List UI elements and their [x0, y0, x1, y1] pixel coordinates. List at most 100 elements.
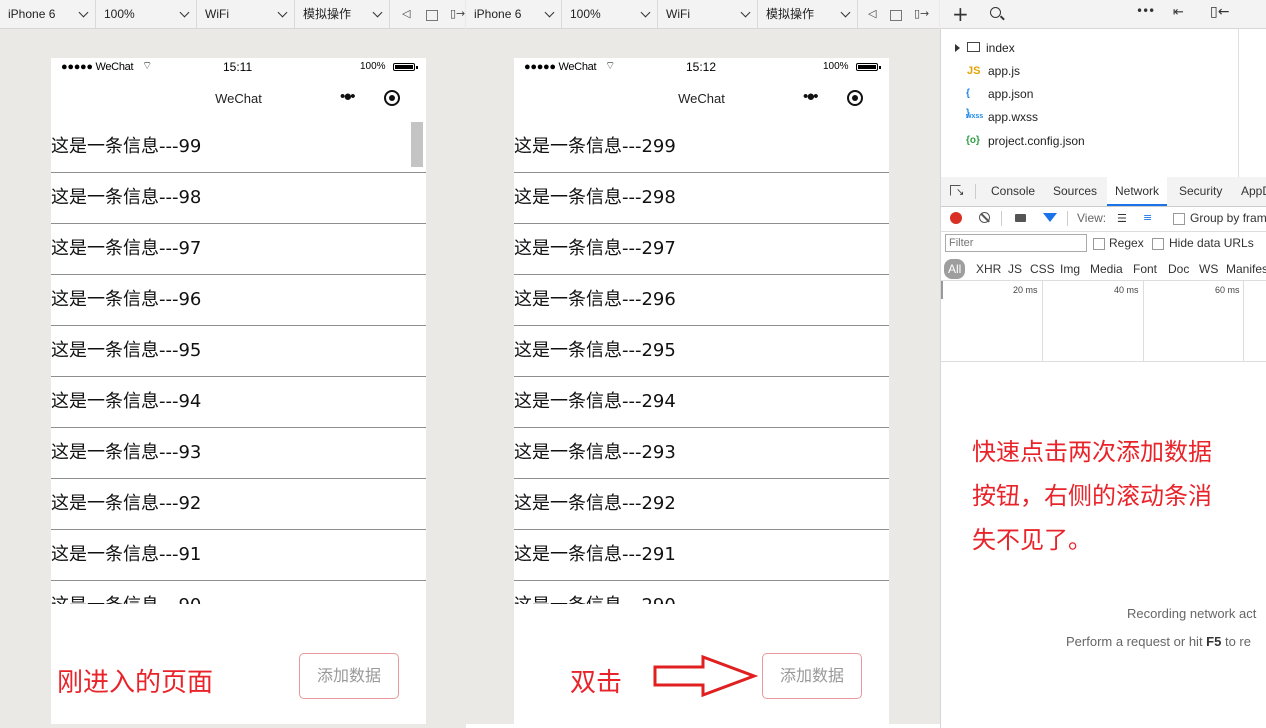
filter-manifest[interactable]: Manifes: [1226, 259, 1266, 279]
collapse-icon[interactable]: ⇤: [1173, 5, 1184, 20]
filter-xhr[interactable]: XHR: [976, 259, 1001, 279]
add-data-button[interactable]: 添加数据: [762, 653, 862, 699]
folder-icon: [967, 42, 980, 52]
tab-sources[interactable]: Sources: [1053, 177, 1097, 206]
chevron-down-icon: [277, 7, 288, 18]
list-item: 这是一条信息---96: [51, 275, 426, 326]
detach-icon[interactable]: ▯→: [450, 7, 465, 21]
tab-console[interactable]: Console: [991, 177, 1035, 206]
empty-recording-text: Recording network act: [1127, 606, 1257, 621]
chevron-down-icon: [640, 7, 651, 18]
chevron-down-icon: [840, 7, 851, 18]
scrollbar-thumb[interactable]: [411, 122, 423, 167]
tab-security[interactable]: Security: [1179, 177, 1222, 206]
annotation-right: 双击: [570, 668, 623, 698]
simulate-action-select[interactable]: 模拟操作: [758, 0, 858, 28]
simulate-action-select[interactable]: 模拟操作: [295, 0, 390, 28]
device-select[interactable]: iPhone 6: [0, 0, 96, 28]
chevron-down-icon: [544, 7, 555, 18]
tab-network[interactable]: Network: [1107, 177, 1168, 206]
rotate-icon[interactable]: [426, 10, 438, 21]
battery-icon: [856, 63, 878, 71]
record-button[interactable]: [950, 212, 962, 224]
filter-icon[interactable]: [1043, 213, 1057, 222]
rotate-icon[interactable]: [890, 10, 902, 21]
list-item: 这是一条信息---297: [514, 224, 889, 275]
timeline-gridline: [1143, 281, 1144, 361]
status-bar: ●●●●● WeChat ⌔ 15:12 100%: [514, 58, 889, 78]
nav-bar: WeChat •●•: [51, 78, 426, 122]
nav-bar: WeChat •●•: [514, 78, 889, 122]
wifi-icon: ⌔: [142, 60, 153, 72]
network-select[interactable]: WiFi: [658, 0, 758, 28]
filter-font[interactable]: Font: [1133, 259, 1157, 279]
config-file-icon: {o}: [966, 135, 980, 146]
js-file-icon: JS: [967, 65, 981, 77]
filter-all[interactable]: All: [944, 259, 966, 279]
volume-icon[interactable]: ◁: [868, 7, 876, 21]
filter-css[interactable]: CSS: [1030, 259, 1055, 279]
file-tree: index JS app.js { } app.json wxss app.wx…: [940, 29, 1266, 177]
wifi-icon: ⌔: [605, 60, 616, 72]
list-item: 这是一条信息---295: [514, 326, 889, 377]
menu-dots-icon[interactable]: •●•: [803, 88, 819, 105]
arrow-right-icon: [653, 655, 758, 697]
zoom-select[interactable]: 100%: [562, 0, 658, 28]
message-list[interactable]: 这是一条信息---299 这是一条信息---298 这是一条信息---297 这…: [514, 122, 889, 604]
close-capsule-icon[interactable]: [384, 90, 400, 106]
list-item: 这是一条信息---94: [51, 377, 426, 428]
filter-doc[interactable]: Doc: [1168, 259, 1189, 279]
add-file-icon[interactable]: +: [952, 2, 969, 26]
split-icon[interactable]: ▯←: [1210, 4, 1229, 20]
carrier-label: ●●●●● WeChat: [524, 61, 597, 73]
group-by-frame-label: Group by fram: [1190, 211, 1266, 225]
type-filter-row: All XHR JS CSS Img Media Font Doc WS Man…: [941, 258, 1266, 281]
volume-icon[interactable]: ◁: [402, 7, 410, 21]
detach-icon[interactable]: ▯→: [914, 7, 929, 21]
chevron-down-icon: [179, 7, 190, 18]
list-item: 这是一条信息---291: [514, 530, 889, 581]
waterfall-view-icon[interactable]: ≡: [1143, 211, 1152, 224]
toolbar-separator: [1067, 211, 1068, 226]
inspect-arrow: ↘: [956, 187, 965, 198]
add-data-button[interactable]: 添加数据: [299, 653, 399, 699]
device-select[interactable]: iPhone 6: [466, 0, 562, 28]
filter-img[interactable]: Img: [1060, 259, 1080, 279]
filter-input[interactable]: [945, 234, 1087, 252]
simulator-toolbar-right: iPhone 6 100% WiFi 模拟操作 ◁ ▯→: [466, 0, 939, 29]
network-select[interactable]: WiFi: [197, 0, 295, 28]
menu-dots-icon[interactable]: •●•: [340, 88, 356, 105]
regex-checkbox[interactable]: [1093, 238, 1105, 250]
filter-media[interactable]: Media: [1090, 259, 1123, 279]
zoom-select[interactable]: 100%: [96, 0, 197, 28]
filter-ws[interactable]: WS: [1199, 259, 1218, 279]
filter-js[interactable]: JS: [1008, 259, 1022, 279]
search-icon-handle: [1000, 15, 1005, 21]
list-item: 这是一条信息---97: [51, 224, 426, 275]
status-bar: ●●●●● WeChat ⌔ 15:11 100%: [51, 58, 426, 78]
timeline-gridline: [1042, 281, 1043, 361]
list-item: 这是一条信息---93: [51, 428, 426, 479]
annotation-left: 刚进入的页面: [57, 668, 214, 698]
hide-data-urls-label: Hide data URLs: [1169, 236, 1254, 250]
timeline-overview[interactable]: 20 ms 40 ms 60 ms: [941, 281, 1266, 362]
devtools-tabs: ↘ Console Sources Network Security AppD: [941, 177, 1266, 207]
more-icon[interactable]: •••: [1136, 4, 1155, 18]
list-view-icon[interactable]: ☰: [1117, 212, 1127, 225]
list-item: 这是一条信息---290: [514, 581, 889, 604]
tab-appdata[interactable]: AppD: [1241, 177, 1266, 206]
list-item: 这是一条信息---299: [514, 122, 889, 173]
message-list[interactable]: 这是一条信息---99 这是一条信息---98 这是一条信息---97 这是一条…: [51, 122, 426, 604]
list-item: 这是一条信息---99: [51, 122, 426, 173]
clock: 15:12: [686, 60, 717, 74]
screenshot-icon[interactable]: [1015, 214, 1026, 222]
expand-arrow-icon: [955, 44, 960, 52]
tab-separator: [975, 184, 976, 199]
network-toolbar: View: ☰ ≡ Group by fram: [941, 207, 1266, 232]
filter-row: Regex Hide data URLs: [941, 232, 1266, 257]
view-label: View:: [1077, 211, 1107, 225]
battery-percent: 100%: [360, 61, 386, 72]
hide-data-urls-checkbox[interactable]: [1152, 238, 1164, 250]
close-capsule-icon[interactable]: [847, 90, 863, 106]
group-by-frame-checkbox[interactable]: [1173, 213, 1185, 225]
